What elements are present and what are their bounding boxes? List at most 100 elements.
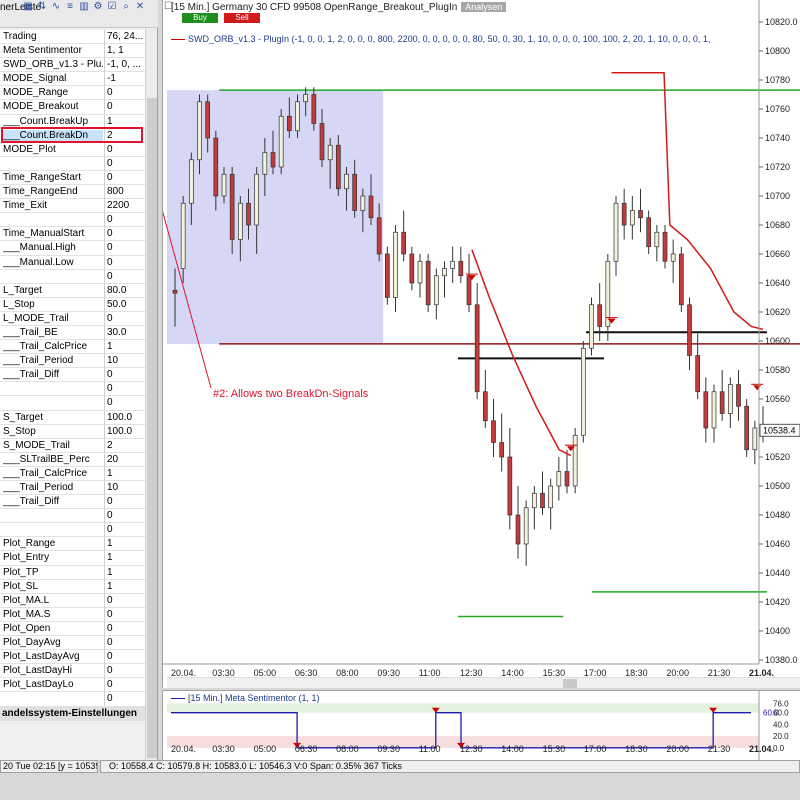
param-value[interactable]: 1 (104, 551, 145, 566)
param-row[interactable]: ___Trail_BE 30.0 (0, 325, 145, 341)
param-value[interactable]: 0 (104, 692, 145, 707)
param-row[interactable]: 0 (0, 396, 145, 411)
param-value[interactable]: 1 (104, 537, 145, 552)
param-value[interactable]: 2 (104, 438, 145, 453)
param-row[interactable]: Plot_MA.S 0 (0, 607, 145, 622)
wave-icon[interactable]: ∿ (50, 1, 62, 13)
param-row[interactable]: Meta Sentimentor 1, 1 (0, 44, 145, 59)
param-row[interactable]: MODE_Plot 0 (0, 142, 145, 157)
param-value[interactable]: 0 (104, 156, 145, 171)
param-value[interactable]: 0 (104, 621, 145, 636)
param-value[interactable]: 0 (104, 607, 145, 622)
param-row[interactable]: 0 (0, 269, 145, 284)
param-row[interactable]: 0 (0, 156, 145, 171)
param-value[interactable]: 0 (104, 382, 145, 397)
param-row[interactable]: 0 (0, 213, 145, 228)
scroll-thumb[interactable] (147, 98, 157, 758)
param-value[interactable]: 0 (104, 593, 145, 608)
param-value[interactable]: 1 (104, 579, 145, 594)
param-row[interactable]: ___Manual.High 0 (0, 241, 145, 256)
param-value[interactable]: 0 (104, 396, 145, 411)
param-value[interactable]: 0 (104, 170, 145, 185)
param-row[interactable]: L_Stop 50.0 (0, 297, 145, 312)
gear-icon[interactable]: ⚙ (92, 1, 104, 13)
param-row[interactable]: ___SLTrailBE_Perc 20 (0, 452, 145, 467)
param-value[interactable]: 0 (104, 495, 145, 510)
param-row[interactable]: S_MODE_Trail 2 (0, 438, 145, 453)
param-value[interactable]: 0 (104, 664, 145, 679)
param-value[interactable]: 10 (104, 481, 145, 495)
param-value[interactable]: 0 (104, 255, 145, 270)
param-row[interactable]: ___Trail_Period 10 (0, 354, 145, 369)
param-row[interactable]: Plot_SL 1 (0, 579, 145, 594)
param-row[interactable]: Time_RangeStart 0 (0, 170, 145, 186)
chart-hscrollbar[interactable] (167, 677, 800, 688)
param-row[interactable]: Time_Exit 2200 (0, 199, 145, 214)
param-value[interactable]: 20 (104, 452, 145, 467)
param-value[interactable]: 0 (104, 636, 145, 651)
param-row[interactable]: S_Target 100.0 (0, 410, 145, 425)
close-icon[interactable]: ✕ (134, 1, 146, 13)
param-row[interactable]: L_Target 80.0 (0, 283, 145, 298)
buy-button[interactable]: Buy (182, 13, 218, 23)
param-value[interactable]: 100.0 (104, 424, 145, 439)
param-value[interactable]: 0 (104, 311, 145, 326)
param-row[interactable]: ___Trail_Diff 0 (0, 495, 145, 510)
param-row[interactable]: Plot_LastDayAvg 0 (0, 650, 145, 665)
param-value[interactable]: 0 (104, 241, 145, 256)
zoom-icon[interactable]: ⌕ (120, 1, 132, 13)
param-row[interactable]: 0 (0, 382, 145, 397)
param-value[interactable]: 50.0 (104, 297, 145, 312)
param-value[interactable]: 1 (104, 565, 145, 580)
param-row[interactable]: 0 (0, 692, 145, 707)
param-value[interactable]: 0 (104, 142, 145, 157)
param-value[interactable]: -1 (104, 72, 145, 87)
param-value[interactable]: 0 (104, 678, 145, 693)
param-row[interactable]: ___Trail_Period 10 (0, 481, 145, 496)
param-value[interactable]: 0 (104, 368, 145, 383)
param-value[interactable]: -1, 0, ... (104, 58, 145, 73)
param-value[interactable]: 1 (104, 466, 145, 481)
param-row[interactable]: Trading 76, 24... (0, 30, 145, 45)
grid-icon[interactable]: ▦ (22, 1, 34, 13)
param-row[interactable]: ___Manual.Low 0 (0, 255, 145, 270)
param-value[interactable]: 0 (104, 523, 145, 538)
param-row[interactable]: ___Trail_CalcPrice 1 (0, 340, 145, 355)
param-row[interactable]: ___Trail_Diff 0 (0, 368, 145, 383)
param-row[interactable]: Plot_TP 1 (0, 565, 145, 580)
param-value[interactable]: 2200 (104, 199, 145, 214)
param-value[interactable]: 0 (104, 227, 145, 242)
param-row[interactable]: S_Stop 100.0 (0, 424, 145, 439)
param-value[interactable]: 800 (104, 185, 145, 200)
param-row[interactable]: MODE_Signal -1 (0, 72, 145, 87)
param-value[interactable]: 1, 1 (104, 44, 145, 59)
hscroll-thumb[interactable] (563, 679, 577, 688)
price-chart[interactable]: #2: Allows two BreakDn-Signals10820.0108… (163, 0, 800, 688)
param-row[interactable]: SWD_ORB_v1.3 - Plu... -1, 0, ... (0, 58, 145, 73)
param-value[interactable]: 100.0 (104, 410, 145, 425)
param-row[interactable]: Plot_DayAvg 0 (0, 636, 145, 651)
param-row[interactable]: MODE_Range 0 (0, 86, 145, 101)
panel-scrollbar[interactable] (145, 28, 157, 760)
param-row[interactable]: Plot_LastDayHi 0 (0, 664, 145, 679)
param-value[interactable]: 0 (104, 100, 145, 115)
param-value[interactable]: 0 (104, 213, 145, 228)
sort-icon[interactable]: ⇅ (36, 1, 48, 13)
section-footer[interactable]: andelssystem-Einstellungen (0, 707, 145, 721)
param-row[interactable]: Plot_MA.L 0 (0, 593, 145, 608)
param-value[interactable]: 10 (104, 354, 145, 369)
param-row[interactable]: Plot_Open 0 (0, 621, 145, 637)
param-row[interactable]: Plot_Entry 1 (0, 551, 145, 566)
param-value[interactable]: 0 (104, 86, 145, 101)
param-row[interactable]: 0 (0, 509, 145, 524)
param-value[interactable]: 30.0 (104, 325, 145, 340)
chart-icon[interactable]: ▥ (78, 1, 90, 13)
checkbox-icon[interactable]: ☑ (106, 1, 118, 13)
param-row[interactable]: Plot_LastDayLo 0 (0, 678, 145, 693)
param-value[interactable]: 0 (104, 509, 145, 524)
param-row[interactable]: L_MODE_Trail 0 (0, 311, 145, 326)
param-value[interactable]: 1 (104, 340, 145, 355)
sell-button[interactable]: Sell (224, 13, 260, 23)
param-row[interactable]: 0 (0, 523, 145, 538)
param-row[interactable]: Time_RangeEnd 800 (0, 185, 145, 200)
